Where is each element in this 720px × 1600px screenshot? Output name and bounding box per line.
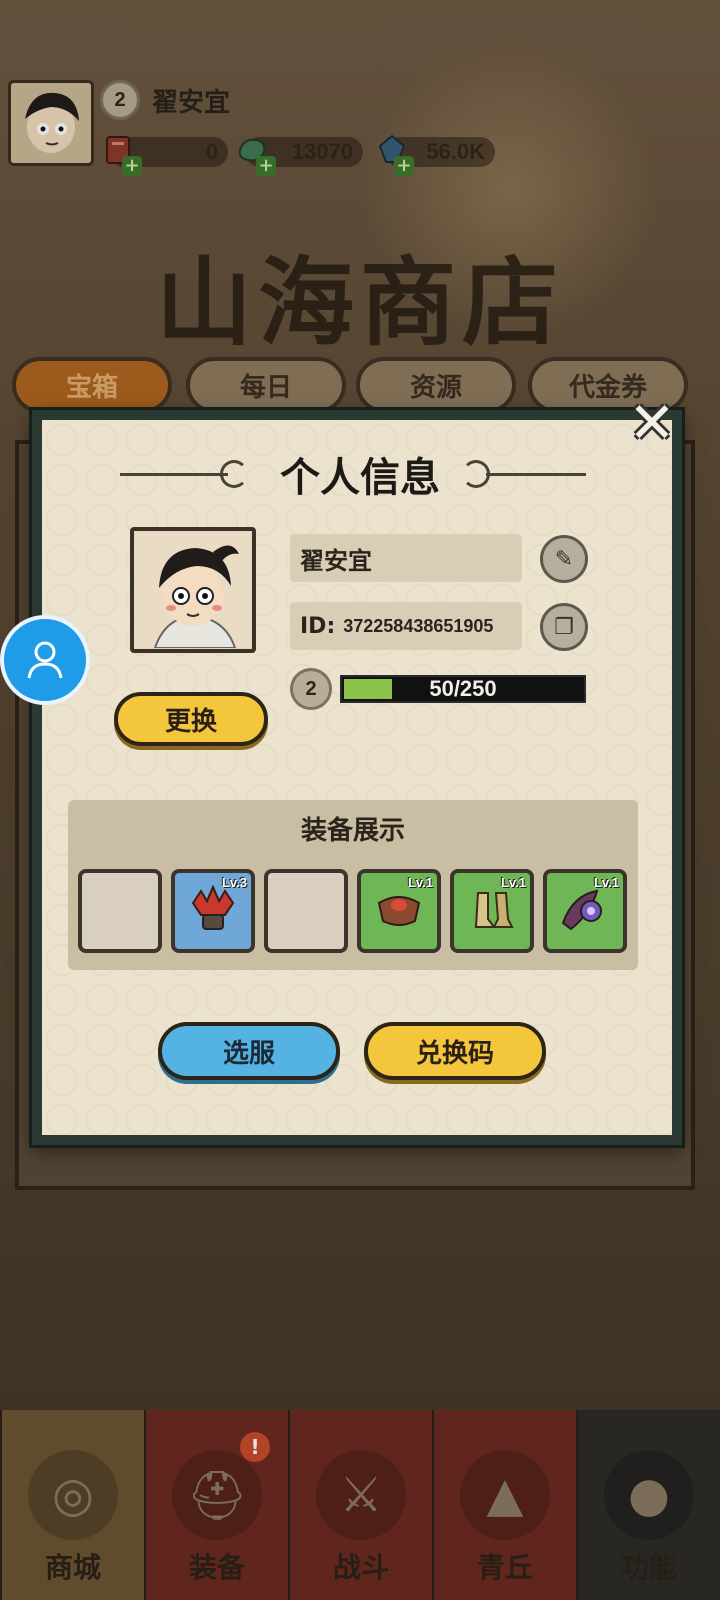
change-avatar-button[interactable]: 更换 (114, 692, 268, 746)
player-id-field: ID: 372258438651905 (290, 602, 522, 650)
profile-level-badge: 2 (290, 668, 332, 710)
exp-progress-bar: 50/250 (340, 675, 586, 703)
brush-icon: ✎ (554, 546, 574, 572)
id-value: 372258438651905 (343, 615, 494, 636)
red-helmet-icon (191, 884, 235, 930)
select-server-button[interactable]: 选服 (158, 1022, 340, 1080)
equip-slot-5[interactable]: Lv.1 (450, 869, 534, 953)
user-icon (27, 641, 63, 679)
equip-slot-6[interactable]: Lv.1 (543, 869, 627, 953)
equip-level: Lv.1 (500, 875, 526, 890)
copy-id-button[interactable]: ❐ (540, 603, 588, 651)
equip-level: Lv.1 (407, 875, 433, 890)
edit-name-button[interactable]: ✎ (540, 535, 588, 583)
id-label: ID: (300, 613, 336, 639)
equip-slot-4[interactable]: Lv.1 (357, 869, 441, 953)
profile-avatar (130, 527, 256, 653)
amulet-icon (561, 889, 602, 931)
modal-title: 个人信息 (280, 455, 440, 501)
armor-icon (377, 896, 421, 926)
equip-level: Lv.3 (221, 875, 247, 890)
equip-level: Lv.1 (593, 875, 619, 890)
character-portrait-icon (135, 532, 251, 648)
equip-slot-3[interactable] (264, 869, 348, 953)
equip-slot-2[interactable]: Lv.3 (171, 869, 255, 953)
exp-progress-text: 50/250 (429, 676, 497, 701)
title-divider-right (486, 473, 586, 476)
equip-slot-1[interactable] (78, 869, 162, 953)
boots-icon (474, 892, 514, 928)
profile-modal (32, 410, 682, 1145)
assistant-float-button[interactable] (0, 615, 90, 705)
player-name-field: 翟安宜 (290, 534, 522, 582)
redeem-code-button[interactable]: 兑换码 (364, 1022, 546, 1080)
player-name-text: 翟安宜 (300, 546, 372, 575)
equipment-display-header: 装备展示 (300, 816, 405, 846)
copy-icon: ❐ (554, 614, 574, 640)
close-icon[interactable]: ✕ (624, 391, 680, 456)
